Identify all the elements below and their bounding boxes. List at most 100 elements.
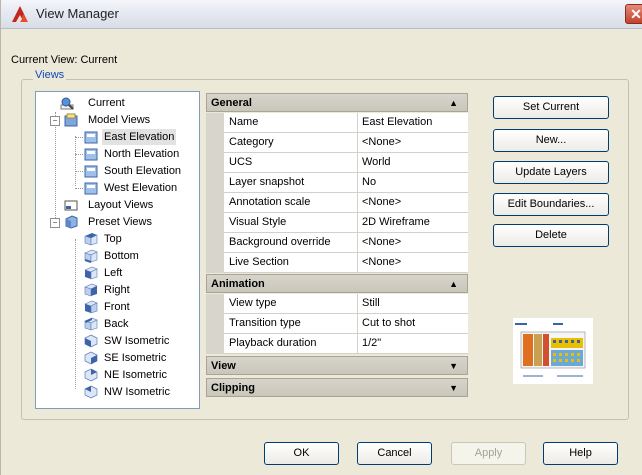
row-gutter	[206, 213, 224, 233]
tree-connector	[75, 239, 76, 389]
section-title: View	[211, 360, 236, 372]
property-key: Visual Style	[224, 213, 358, 233]
named-view-icon	[84, 182, 98, 195]
tree-connector	[75, 171, 83, 172]
cube-front-icon	[84, 300, 98, 314]
collapse-arrow-icon: ▲	[449, 279, 458, 289]
property-key: UCS	[224, 153, 358, 173]
tree-item-label: Back	[104, 318, 129, 330]
view-preview-thumbnail	[513, 318, 593, 384]
section-view-header[interactable]: View ▼	[206, 356, 468, 375]
row-gutter	[206, 294, 224, 314]
section-title: Clipping	[211, 382, 255, 394]
tree-item-label: NE Isometric	[104, 369, 167, 381]
apply-button[interactable]: Apply	[451, 442, 526, 465]
current-view-icon	[60, 97, 74, 110]
property-key: Playback duration	[224, 334, 358, 354]
help-button[interactable]: Help	[543, 442, 618, 465]
tree-item-label: SW Isometric	[104, 335, 170, 347]
property-value[interactable]: 2D Wireframe	[358, 213, 468, 233]
property-key: Background override	[224, 233, 358, 253]
new-view-button[interactable]: New...	[493, 129, 609, 152]
property-row-live-section[interactable]: Live Section <None>	[206, 253, 468, 273]
tree-connector	[75, 154, 83, 155]
property-key: Name	[224, 113, 358, 133]
row-gutter	[206, 193, 224, 213]
isometric-icon	[84, 385, 98, 399]
autocad-app-icon	[12, 6, 28, 22]
current-view-label: Current View: Current	[11, 54, 118, 66]
property-row-name[interactable]: Name East Elevation	[206, 113, 468, 133]
collapse-preset-views-toggle[interactable]: −	[50, 218, 60, 228]
expand-arrow-icon: ▼	[449, 383, 458, 393]
tree-item-label: Preset Views	[88, 216, 152, 228]
edit-boundaries-button[interactable]: Edit Boundaries...	[493, 193, 609, 216]
property-row-visual-style[interactable]: Visual Style 2D Wireframe	[206, 213, 468, 233]
row-gutter	[206, 233, 224, 253]
expand-arrow-icon: ▼	[449, 361, 458, 371]
collapse-arrow-icon: ▲	[449, 98, 458, 108]
isometric-icon	[84, 351, 98, 365]
tree-item-label: Model Views	[88, 114, 151, 126]
tree-item-label: Layout Views	[88, 199, 154, 211]
tree-item-label: North Elevation	[104, 148, 180, 160]
property-value[interactable]: Still	[358, 294, 468, 314]
property-value[interactable]: <None>	[358, 233, 468, 253]
property-row-view-type[interactable]: View type Still	[206, 294, 468, 314]
view-manager-dialog: View Manager ✕ Current View: Current Vie…	[0, 0, 642, 475]
section-general-header[interactable]: General ▲	[206, 93, 468, 112]
property-row-annotation-scale[interactable]: Annotation scale <None>	[206, 193, 468, 213]
close-button[interactable]: ✕	[625, 4, 642, 24]
isometric-icon	[84, 368, 98, 382]
cancel-button[interactable]: Cancel	[357, 442, 432, 465]
ok-button[interactable]: OK	[264, 442, 339, 465]
delete-button[interactable]: Delete	[493, 224, 609, 247]
tree-item-label: East Elevation	[102, 129, 177, 145]
tree-item-label: South Elevation	[104, 165, 182, 177]
property-row-ucs[interactable]: UCS World	[206, 153, 468, 173]
property-row-layer-snapshot[interactable]: Layer snapshot No	[206, 173, 468, 193]
tree-item-label: Current	[88, 97, 125, 109]
row-gutter	[206, 153, 224, 173]
row-gutter	[206, 334, 224, 354]
tree-item-label: Bottom	[104, 250, 139, 262]
property-value[interactable]: <None>	[358, 253, 468, 273]
window-title: View Manager	[36, 6, 119, 21]
property-key: View type	[224, 294, 358, 314]
tree-item-label: SE Isometric	[104, 352, 167, 364]
property-key: Category	[224, 133, 358, 153]
row-gutter	[206, 133, 224, 153]
tree-item-label: Right	[104, 284, 130, 296]
property-row-category[interactable]: Category <None>	[206, 133, 468, 153]
row-gutter	[206, 253, 224, 273]
property-value[interactable]: World	[358, 153, 468, 173]
tree-connector	[75, 188, 83, 189]
named-view-icon	[84, 165, 98, 178]
title-bar[interactable]: View Manager ✕	[1, 0, 642, 29]
property-value[interactable]: East Elevation	[358, 113, 468, 133]
property-row-transition-type[interactable]: Transition type Cut to shot	[206, 314, 468, 334]
property-key: Annotation scale	[224, 193, 358, 213]
set-current-button[interactable]: Set Current	[493, 96, 609, 119]
section-title: General	[211, 97, 252, 109]
update-layers-button[interactable]: Update Layers	[493, 161, 609, 184]
property-key: Transition type	[224, 314, 358, 334]
property-row-playback-duration[interactable]: Playback duration 1/2"	[206, 334, 468, 354]
section-animation-header[interactable]: Animation ▲	[206, 274, 468, 293]
property-value[interactable]: <None>	[358, 133, 468, 153]
section-clipping-header[interactable]: Clipping ▼	[206, 378, 468, 397]
row-gutter	[206, 173, 224, 193]
views-tree[interactable]: Current − Model Views East Elevation Nor…	[35, 91, 200, 409]
collapse-model-views-toggle[interactable]: −	[50, 116, 60, 126]
cube-right-icon	[84, 283, 98, 297]
layout-views-icon	[64, 200, 78, 211]
close-icon: ✕	[630, 6, 642, 22]
cube-left-icon	[84, 266, 98, 280]
cube-top-icon	[84, 233, 98, 246]
named-view-icon	[84, 148, 98, 161]
property-value[interactable]: <None>	[358, 193, 468, 213]
property-value[interactable]: Cut to shot	[358, 314, 468, 334]
property-value[interactable]: 1/2"	[358, 334, 468, 354]
property-row-background-override[interactable]: Background override <None>	[206, 233, 468, 253]
property-value[interactable]: No	[358, 173, 468, 193]
